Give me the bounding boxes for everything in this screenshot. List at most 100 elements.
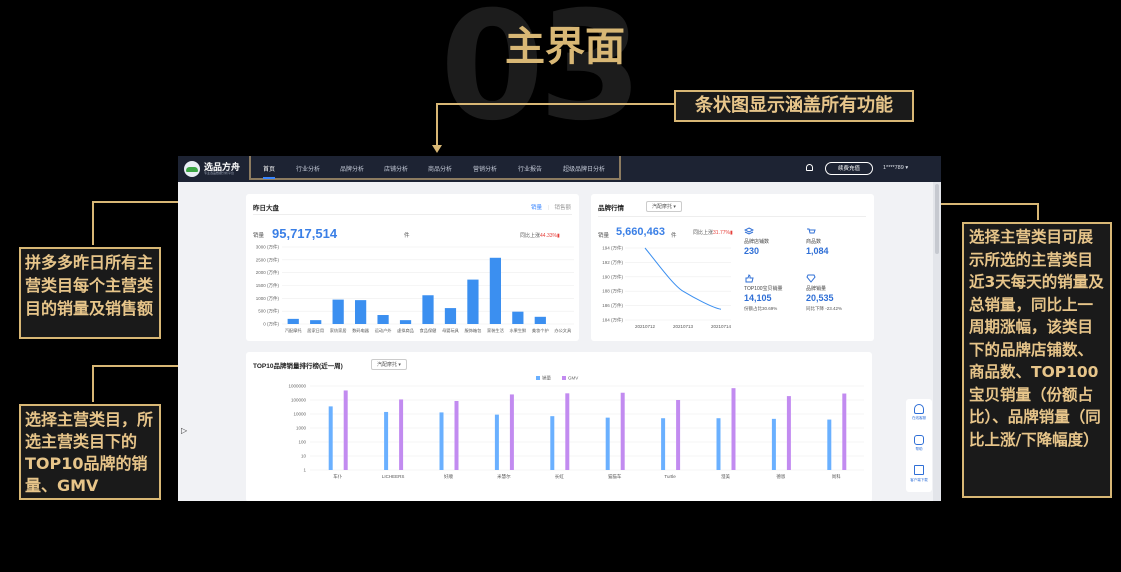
side-tool-label[interactable]: 帮助 xyxy=(906,447,932,452)
document-icon[interactable] xyxy=(914,435,924,445)
compare-text: 同比上涨44.33%▮ xyxy=(520,233,560,239)
nav-item-industry[interactable]: 行业分析 xyxy=(296,164,320,173)
bar xyxy=(716,418,721,470)
x-tick-label: 猫猫车 xyxy=(608,473,622,480)
x-tick-label: 运动户外 xyxy=(375,327,393,334)
category-select[interactable]: 汽配摩托 ▾ xyxy=(646,201,682,212)
bar xyxy=(310,320,322,324)
category-sales-bar-chart: 0 (万件) 500 (万件) 1000 (万件) 1500 (万件) 2000 (万件… xyxy=(256,244,574,334)
y-tick-label: 10000 xyxy=(293,412,306,417)
arrow-icon xyxy=(432,145,442,153)
x-tick-label: 数码电器 xyxy=(352,327,370,334)
bar xyxy=(827,419,832,470)
bar xyxy=(771,418,776,470)
x-tick-label: 车仆 xyxy=(333,473,342,480)
x-tick-label: 水果生鲜 xyxy=(509,327,527,334)
connector-line xyxy=(92,365,94,402)
brand-sales-change: 同比下降 -23.42% xyxy=(806,306,843,311)
brand-trend-card: 品牌行情 汽配摩托 ▾ 销量 5,660,463 件 同比上涨31.77%▮ 1… xyxy=(591,194,874,341)
nav-item-marketing[interactable]: 营销分析 xyxy=(473,164,497,173)
bar xyxy=(565,393,570,470)
y-tick-label: 2000 (万件) xyxy=(256,269,280,276)
store-count-label: 品牌店铺数 xyxy=(744,239,770,245)
annotation-right: 选择主营类目可展示所选的主营类目近3天每天的销量及总销量，同比上一周期涨幅，该类… xyxy=(962,222,1112,498)
bell-icon[interactable] xyxy=(806,164,813,171)
goods-count-label: 商品数 xyxy=(806,239,822,245)
bar xyxy=(534,316,546,324)
bar xyxy=(454,400,459,470)
y-tick-label: 2500 (万件) xyxy=(256,256,280,263)
diamond-icon xyxy=(806,274,816,283)
slide-title: 主界面 xyxy=(505,24,625,70)
x-tick-label: 食品保健 xyxy=(420,327,438,334)
nav-item-brand[interactable]: 品牌分析 xyxy=(340,164,364,173)
legend-swatch xyxy=(562,376,566,380)
bar xyxy=(377,315,389,324)
x-tick-label: LICHEERS xyxy=(382,474,405,479)
category-select[interactable]: 汽配摩托 ▾ xyxy=(371,359,407,370)
x-tick-label: 澄美 xyxy=(721,473,730,480)
y-tick-label: 186 (万件) xyxy=(602,302,623,309)
top10-brand-bar-chart: 1 10 100 1000 10000 100000 1000000 销量 GMV 车仆 LICHE… xyxy=(288,375,864,480)
x-tick-label: 办公文具 xyxy=(554,327,572,334)
nav-item-superbrand[interactable]: 超级品牌日分析 xyxy=(563,164,605,173)
legend-label: GMV xyxy=(568,376,578,381)
monitor-icon[interactable] xyxy=(914,465,924,475)
bar xyxy=(731,388,736,470)
series-line xyxy=(644,247,722,310)
bar xyxy=(494,414,499,470)
y-tick-label: 10 xyxy=(301,454,307,459)
top100-sales-value: 14,105 xyxy=(744,293,772,303)
nav-item-home[interactable]: 首页 xyxy=(263,164,276,179)
x-tick-label: 服饰箱包 xyxy=(465,327,483,334)
y-tick-label: 0 (万件) xyxy=(263,321,279,328)
y-tick-label: 500 (万件) xyxy=(258,308,279,315)
logo-icon[interactable] xyxy=(184,161,200,177)
nav-item-store[interactable]: 店铺分析 xyxy=(384,164,408,173)
y-tick-label: 188 (万件) xyxy=(602,288,623,295)
collapse-arrow-icon[interactable]: ▷ xyxy=(181,426,187,435)
bar xyxy=(550,416,555,470)
y-tick-label: 194 (万件) xyxy=(602,245,623,252)
top100-share: 份额占比30.69% xyxy=(744,306,778,311)
bar xyxy=(467,279,479,324)
renew-button[interactable]: 续费充值 xyxy=(825,162,873,175)
bar xyxy=(287,318,299,324)
bar xyxy=(399,320,412,324)
total-sales-value: 95,717,514 xyxy=(272,226,338,241)
tab-sales-volume[interactable]: 销量 xyxy=(531,205,542,211)
y-tick-label: 192 (万件) xyxy=(602,259,623,266)
bar xyxy=(489,257,501,324)
y-tick-label: 100000 xyxy=(291,398,307,403)
nav-item-goods[interactable]: 商品分析 xyxy=(428,164,452,173)
x-tick-label: 20210712 xyxy=(635,324,656,329)
x-tick-label: Turtle xyxy=(664,474,676,479)
y-tick-label: 190 (万件) xyxy=(602,273,623,280)
top-navbar: 选品方舟 专业选品数据分析平台 首页 行业分析 品牌分析 店铺分析 商品分析 营… xyxy=(178,156,941,182)
app-window: 选品方舟 专业选品数据分析平台 首页 行业分析 品牌分析 店铺分析 商品分析 营… xyxy=(178,156,941,501)
side-tool-label[interactable]: 客户端下载 xyxy=(906,478,932,483)
brand-sales-label: 品牌销量 xyxy=(806,286,827,292)
bar xyxy=(399,399,404,470)
top100-sales-label: TOP100宝贝销量 xyxy=(744,286,783,292)
tab-sales-amount[interactable]: 销售额 xyxy=(554,205,571,211)
bar xyxy=(620,392,625,470)
x-tick-label: 尚科 xyxy=(832,473,841,480)
unit-label: 件 xyxy=(404,233,410,239)
headset-icon[interactable] xyxy=(914,404,924,414)
user-menu[interactable]: 1****789 ▾ xyxy=(883,165,908,171)
side-tool-label[interactable]: 在线客服 xyxy=(906,416,932,421)
bar xyxy=(444,308,457,324)
annotation-left-1: 拼多多昨日所有主营类目每个主营类目的销量及销售额 xyxy=(19,247,161,339)
nav-item-report[interactable]: 行业报告 xyxy=(518,164,542,173)
bar xyxy=(842,393,847,470)
y-tick-label: 1 xyxy=(303,468,306,473)
cart-icon xyxy=(807,228,816,234)
scrollbar[interactable] xyxy=(933,182,941,501)
y-tick-label: 1000 xyxy=(296,426,307,431)
annotation-left-2: 选择主营类目，所选主营类目下的TOP10品牌的销量、GMV xyxy=(19,404,161,500)
x-tick-label: 家装生活 xyxy=(487,327,504,334)
goods-count-value: 1,084 xyxy=(806,246,829,256)
bar xyxy=(422,295,434,324)
metric-label: 销量 xyxy=(253,233,265,239)
